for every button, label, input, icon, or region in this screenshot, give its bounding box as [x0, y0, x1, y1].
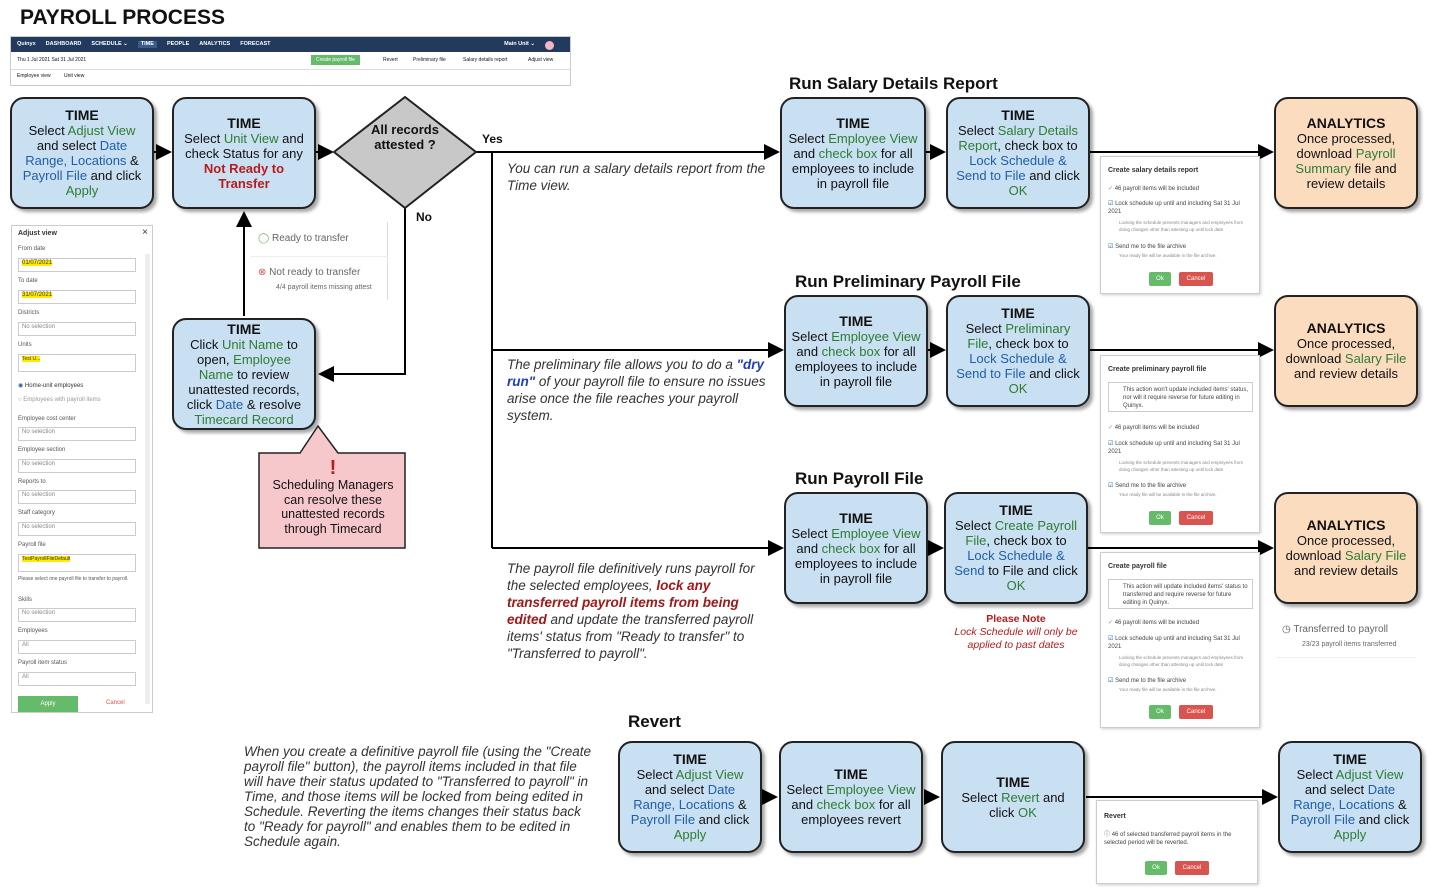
section-payroll-heading: Run Payroll File — [795, 469, 924, 488]
section-revert-heading: Revert — [628, 712, 681, 731]
salary-step-report: TIME Select Salary Details Report, check… — [946, 97, 1090, 209]
clock-icon: ◷ — [1282, 624, 1291, 635]
salary-step-employee-view: TIME Select Employee View and check box … — [780, 97, 926, 209]
item-status-select[interactable]: All — [18, 672, 136, 686]
cancel-button[interactable]: Cancel — [1175, 861, 1209, 875]
from-date-input[interactable]: 01/07/2021 — [18, 258, 136, 272]
units-select[interactable]: Test U... — [18, 354, 136, 372]
ok-button[interactable]: Ok — [1149, 511, 1171, 525]
check-icon: ◯ — [258, 233, 270, 244]
payroll-file-select[interactable]: TestPayrollFileDefault — [18, 554, 136, 572]
cancel-button[interactable]: Cancel — [1179, 705, 1213, 719]
section-preliminary-heading: Run Preliminary Payroll File — [795, 272, 1021, 291]
revert-dialog: Revert ⓘ 46 of selected transferred payr… — [1096, 800, 1258, 884]
revert-step-adjust-view: TIME Select Adjust View and select Date … — [618, 741, 762, 853]
staff-category-select[interactable]: No selection — [18, 522, 136, 536]
warning-icon: ! — [329, 457, 337, 479]
payroll-step-create-file: TIME Select Create Payroll File, check b… — [944, 492, 1088, 604]
please-note: Please Note Lock Schedule will only be a… — [954, 613, 1078, 651]
close-icon[interactable]: × — [142, 227, 148, 238]
step-adjust-view: TIME Select Adjust View and select Date … — [10, 97, 154, 209]
preliminary-dialog: Create preliminary payroll file This act… — [1100, 355, 1260, 533]
salary-description: You can run a salary details report from… — [507, 161, 766, 193]
x-icon: ⊗ — [258, 267, 267, 278]
cancel-button[interactable]: Cancel — [1179, 272, 1213, 286]
section-select[interactable]: No selection — [18, 459, 136, 473]
step-unit-view: TIME Select Unit View and check Status f… — [172, 97, 316, 209]
transferred-status: ◷ Transferred to payroll 23/23 payroll i… — [1276, 618, 1416, 658]
adjust-view-panel: Adjust view × From date 01/07/2021 To da… — [11, 225, 153, 713]
revert-step-employee-view: TIME Select Employee View and check box … — [779, 741, 923, 853]
payroll-description: The payroll file definitively runs payro… — [507, 561, 755, 661]
payroll-dialog: Create payroll file This action will upd… — [1100, 552, 1260, 728]
preliminary-step-file: TIME Select Preliminary File, check box … — [946, 295, 1090, 407]
revert-description: When you create a definitive payroll fil… — [244, 744, 591, 849]
payroll-step-analytics: ANALYTICS Once processed, download Salar… — [1274, 492, 1418, 604]
preliminary-description: The preliminary file allows you to do a … — [507, 357, 766, 423]
reports-to-select[interactable]: No selection — [18, 490, 136, 504]
revert-step-adjust-view-final: TIME Select Adjust View and select Date … — [1278, 741, 1422, 853]
apply-button[interactable]: Apply — [18, 696, 78, 712]
ok-button[interactable]: Ok — [1149, 272, 1171, 286]
decision-attested: All records attested ? — [371, 122, 439, 152]
box-heading: TIME — [227, 320, 261, 337]
salary-step-analytics: ANALYTICS Once processed, download Payro… — [1274, 97, 1418, 209]
status-panel: ◯ Ready to transfer ⊗ Not ready to trans… — [250, 222, 388, 300]
section-salary-heading: Run Salary Details Report — [789, 74, 998, 93]
no-label: No — [416, 210, 432, 224]
yes-label: Yes — [482, 132, 503, 146]
to-date-input[interactable]: 31/07/2021 — [18, 290, 136, 304]
radio-home-unit[interactable]: ◉ Home-unit employees — [18, 382, 83, 389]
payroll-step-employee-view: TIME Select Employee View and check box … — [784, 492, 928, 604]
ok-button[interactable]: Ok — [1149, 705, 1171, 719]
box-heading: TIME — [227, 114, 261, 131]
districts-select[interactable]: No selection — [18, 322, 136, 336]
cancel-link[interactable]: Cancel — [106, 700, 125, 706]
cost-center-select[interactable]: No selection — [18, 427, 136, 441]
step-resolve-records: TIME Click Unit Name to open, Employee N… — [172, 318, 316, 430]
radio-payroll-items[interactable]: ○ Employees with payroll items — [18, 397, 101, 403]
cancel-button[interactable]: Cancel — [1179, 511, 1213, 525]
employees-select[interactable]: All — [18, 640, 136, 654]
skills-select[interactable]: No selection — [18, 608, 136, 622]
ok-button[interactable]: Ok — [1145, 861, 1167, 875]
revert-step-revert: TIME Select Revert and click OK — [941, 741, 1085, 853]
box-heading: TIME — [65, 107, 99, 123]
preliminary-step-employee-view: TIME Select Employee View and check box … — [784, 295, 928, 407]
preliminary-step-analytics: ANALYTICS Once processed, download Salar… — [1274, 295, 1418, 407]
note-text: ! Scheduling Managers can resolve these … — [262, 458, 404, 536]
salary-dialog: Create salary details report ✓ 46 payrol… — [1100, 156, 1260, 294]
